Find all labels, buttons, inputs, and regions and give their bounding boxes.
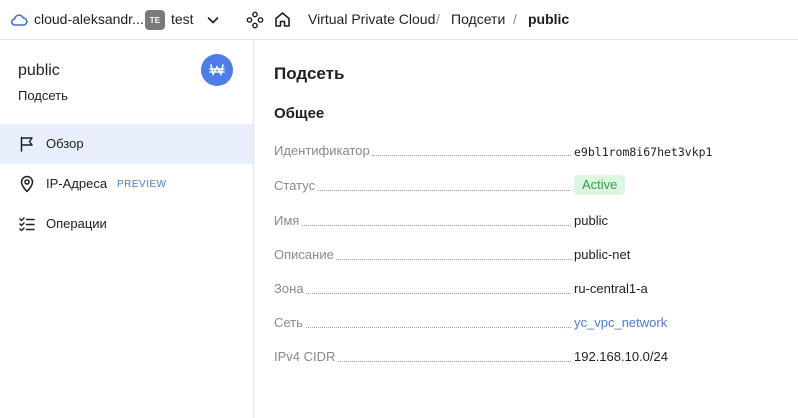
status-badge: Active	[574, 175, 626, 195]
property-row-network: Сеть yc_vpc_network	[274, 313, 784, 333]
property-value: public	[574, 213, 608, 228]
property-label: Имя	[274, 213, 302, 228]
property-row-status: Статус Active	[274, 175, 784, 196]
sidebar-item-label: Операции	[46, 216, 107, 231]
sidebar-item-ip-addresses[interactable]: IP-Адреса PREVIEW	[0, 164, 253, 204]
property-label: IPv4 CIDR	[274, 349, 338, 364]
folder-badge: TE	[145, 10, 165, 30]
property-value: 192.168.10.0/24	[574, 349, 668, 364]
location-pin-icon	[20, 175, 34, 193]
property-row-description: Описание public-net	[274, 245, 784, 265]
property-row-name: Имя public	[274, 211, 784, 231]
cloud-icon	[11, 14, 28, 26]
breadcrumb-separator: /	[513, 11, 517, 27]
network-link[interactable]: yc_vpc_network	[574, 315, 667, 330]
sidebar-item-label: IP-Адреса	[46, 176, 108, 191]
breadcrumb-vpc[interactable]: Virtual Private Cloud	[308, 11, 435, 27]
sidebar-item-overview[interactable]: Обзор	[0, 124, 253, 164]
flag-icon	[20, 136, 33, 152]
resource-title: public	[18, 62, 60, 79]
main-content: Подсеть Общее Идентификатор e9bl1rom8i67…	[255, 40, 798, 418]
property-label: Зона	[274, 281, 306, 296]
property-label: Статус	[274, 178, 318, 193]
property-row-id: Идентификатор e9bl1rom8i67het3vkp1	[274, 141, 784, 161]
home-icon[interactable]	[273, 10, 292, 29]
cloud-selector[interactable]: cloud-aleksandr...	[34, 11, 144, 27]
top-bar: cloud-aleksandr... TE test Virtual Priva…	[0, 0, 798, 40]
leader-dots	[274, 327, 571, 328]
sidebar-item-operations[interactable]: Операции	[0, 204, 253, 244]
resource-type: Подсеть	[18, 88, 68, 103]
property-value: ru-central1-a	[574, 281, 648, 296]
subnet-icon	[201, 54, 233, 86]
property-row-zone: Зона ru-central1-a	[274, 279, 784, 299]
sidebar-item-label: Обзор	[46, 136, 84, 151]
section-title: Общее	[274, 105, 325, 122]
property-label: Идентификатор	[274, 143, 372, 158]
services-icon[interactable]	[246, 11, 264, 29]
checklist-icon	[19, 217, 35, 232]
leader-dots	[274, 190, 571, 191]
breadcrumb-separator: /	[436, 11, 440, 27]
folder-selector[interactable]: test	[171, 11, 194, 27]
preview-tag: PREVIEW	[117, 179, 167, 190]
property-value: public-net	[574, 247, 631, 262]
breadcrumb-current: public	[528, 11, 570, 27]
property-value: e9bl1rom8i67het3vkp1	[574, 145, 713, 159]
breadcrumb-subnets[interactable]: Подсети	[451, 11, 505, 27]
page-title: Подсеть	[274, 64, 345, 83]
property-label: Сеть	[274, 315, 305, 330]
chevron-down-icon[interactable]	[206, 13, 220, 27]
property-label: Описание	[274, 247, 336, 262]
sidebar: public Подсеть Обзор IP-Адреса PREVIEW О…	[0, 40, 254, 418]
property-row-cidr: IPv4 CIDR 192.168.10.0/24	[274, 347, 784, 367]
leader-dots	[274, 225, 571, 226]
leader-dots	[274, 293, 571, 294]
